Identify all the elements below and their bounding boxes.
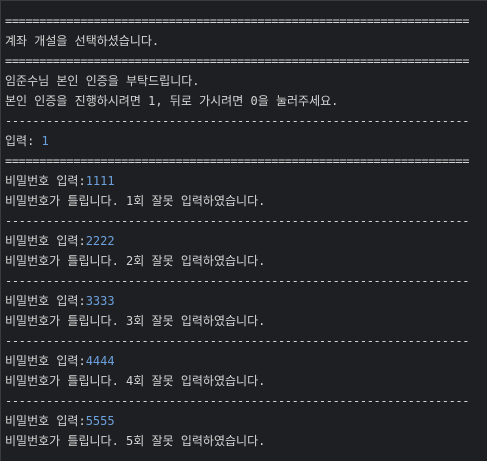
- password-line: 비밀번호 입력:2222: [5, 231, 487, 251]
- error-message: 비밀번호가 틀립니다. 2회 잘못 입력하였습니다.: [5, 254, 266, 268]
- single-rule: ----------------------------------------…: [5, 214, 470, 228]
- error-message: 비밀번호가 틀립니다. 3회 잘못 입력하였습니다.: [5, 314, 266, 328]
- double-rule: ========================================…: [5, 14, 470, 28]
- password-value: 4444: [85, 354, 115, 368]
- input-label: 입력:: [5, 134, 42, 148]
- single-rule: ----------------------------------------…: [5, 454, 470, 461]
- password-label: 비밀번호 입력:: [5, 414, 86, 428]
- auth-prompt: 본인 인증을 진행하시려면 1, 뒤로 가시려면 0을 눌러주세요.: [5, 94, 339, 108]
- single-rule: ----------------------------------------…: [5, 394, 470, 408]
- password-label: 비밀번호 입력:: [5, 234, 86, 248]
- single-rule: ----------------------------------------…: [5, 114, 470, 128]
- input-value: 1: [41, 134, 49, 148]
- password-line: 비밀번호 입력:3333: [5, 291, 487, 311]
- console-output: ========================================…: [0, 0, 487, 461]
- single-rule: ----------------------------------------…: [5, 274, 470, 288]
- password-label: 비밀번호 입력:: [5, 294, 86, 308]
- password-value: 1111: [85, 174, 115, 188]
- password-label: 비밀번호 입력:: [5, 354, 86, 368]
- password-line: 비밀번호 입력:5555: [5, 411, 487, 431]
- password-line: 비밀번호 입력:1111: [5, 171, 487, 191]
- double-rule: ========================================…: [5, 54, 470, 68]
- password-value: 2222: [85, 234, 115, 248]
- auth-request: 임준수님 본인 인증을 부탁드립니다.: [5, 74, 200, 88]
- menu-input-line: 입력: 1: [5, 131, 487, 151]
- double-rule: ========================================…: [5, 154, 470, 168]
- header-title: 계좌 개설을 선택하셨습니다.: [5, 34, 160, 48]
- error-message: 비밀번호가 틀립니다. 4회 잘못 입력하였습니다.: [5, 374, 266, 388]
- password-label: 비밀번호 입력:: [5, 174, 86, 188]
- error-message: 비밀번호가 틀립니다. 1회 잘못 입력하였습니다.: [5, 194, 266, 208]
- password-value: 5555: [85, 414, 115, 428]
- single-rule: ----------------------------------------…: [5, 334, 470, 348]
- error-message: 비밀번호가 틀립니다. 5회 잘못 입력하였습니다.: [5, 434, 266, 448]
- password-line: 비밀번호 입력:4444: [5, 351, 487, 371]
- password-value: 3333: [85, 294, 115, 308]
